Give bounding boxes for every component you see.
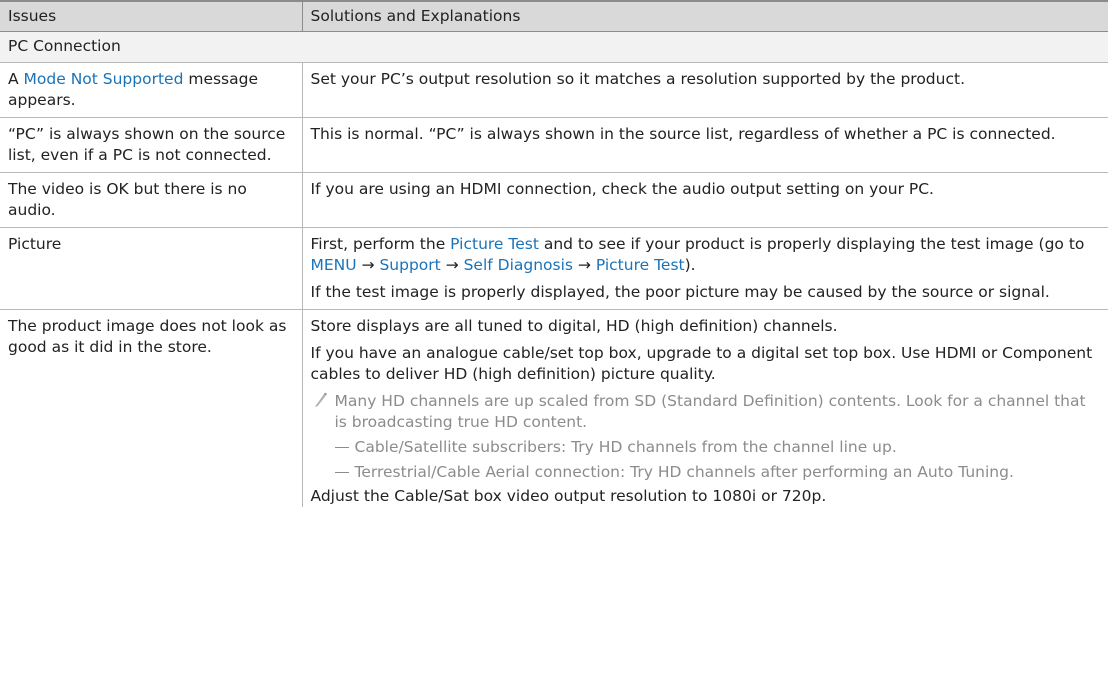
troubleshooting-table: Issues Solutions and Explanations PC Con… <box>0 0 1108 507</box>
solutions-column-header: Solutions and Explanations <box>302 0 1108 32</box>
solution-paragraph: If you have an analogue cable/set top bo… <box>310 344 1093 383</box>
solution-cell: This is normal. “PC” is always shown in … <box>302 117 1108 173</box>
menu-path-picture-test: Picture Test <box>595 256 685 274</box>
pencil-icon <box>314 392 327 407</box>
issue-cell: “PC” is always shown on the source list,… <box>0 117 303 173</box>
sub-bullet-text: Cable/Satellite subscribers: Try HD chan… <box>354 438 897 456</box>
mode-not-supported-label: Mode Not Supported <box>23 70 184 88</box>
menu-path-menu: MENU <box>310 256 357 274</box>
menu-path-self-diagnosis: Self Diagnosis <box>463 256 573 274</box>
solution-text: and to see if your product is properly d… <box>538 235 1085 253</box>
solution-paragraph: Store displays are all tuned to digital,… <box>310 317 838 335</box>
table-row-no-audio: The video is OK but there is no audio. I… <box>0 172 1108 228</box>
note: Many HD channels are up scaled from SD (… <box>311 391 1097 433</box>
table-row-picture: Picture First, perform the Picture Test … <box>0 227 1108 310</box>
picture-test-label: Picture Test <box>450 235 539 253</box>
dash-bullet-icon <box>334 447 349 448</box>
solution-text: First, perform the <box>310 235 451 253</box>
table-row-mode-not-supported: A Mode Not Supported message appears. Se… <box>0 62 1108 118</box>
sub-bullet: Terrestrial/Cable Aerial connection: Try… <box>311 462 1097 483</box>
section-title: PC Connection <box>0 31 1108 63</box>
issues-column-header: Issues <box>0 0 303 32</box>
issue-cell: Picture <box>0 227 303 310</box>
solution-paragraph: Adjust the Cable/Sat box video output re… <box>310 487 827 505</box>
issue-text-pre: A <box>8 70 24 88</box>
solution-paragraph: If the test image is properly displayed,… <box>310 283 1050 301</box>
table-row-store-image: The product image does not look as good … <box>0 309 1108 508</box>
dash-bullet-icon <box>334 472 349 473</box>
menu-path-support: Support <box>379 256 441 274</box>
note-text: Many HD channels are up scaled from SD (… <box>334 392 1086 431</box>
solution-cell: If you are using an HDMI connection, che… <box>302 172 1108 228</box>
menu-arrow: → <box>573 256 596 274</box>
issue-cell: A Mode Not Supported message appears. <box>0 62 303 118</box>
solution-paragraph: First, perform the Picture Test and to s… <box>311 234 1097 276</box>
solution-text: ). <box>684 256 696 274</box>
table-row-pc-always-shown: “PC” is always shown on the source list,… <box>0 117 1108 173</box>
table-header-row: Issues Solutions and Explanations <box>0 0 1108 32</box>
menu-arrow: → <box>356 256 380 274</box>
sub-bullet: Cable/Satellite subscribers: Try HD chan… <box>311 437 1097 458</box>
menu-arrow: → <box>440 256 464 274</box>
solution-cell: Store displays are all tuned to digital,… <box>302 310 1108 508</box>
issue-cell: The product image does not look as good … <box>0 309 303 507</box>
solution-cell: Set your PC’s output resolution so it ma… <box>302 62 1108 118</box>
solution-cell: First, perform the Picture Test and to s… <box>302 227 1108 310</box>
issue-cell: The video is OK but there is no audio. <box>0 172 303 228</box>
section-row-pc-connection: PC Connection <box>0 31 1108 63</box>
sub-bullet-text: Terrestrial/Cable Aerial connection: Try… <box>354 463 1014 481</box>
